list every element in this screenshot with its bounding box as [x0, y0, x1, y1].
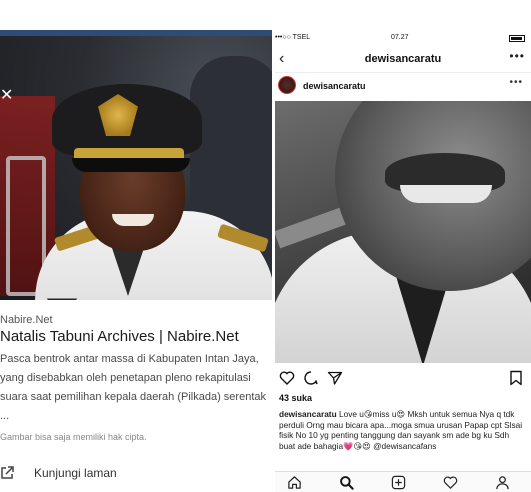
bookmark-icon[interactable] — [509, 370, 523, 386]
home-icon[interactable] — [287, 475, 302, 490]
post-actions — [275, 369, 531, 389]
avatar[interactable] — [278, 76, 296, 94]
carrier: •••○○ TSEL — [275, 34, 311, 41]
result-site[interactable]: Nabire.Net — [0, 314, 53, 326]
post-photo[interactable] — [275, 101, 531, 363]
post-header: dewisancaratu ••• — [275, 73, 531, 99]
profile-icon[interactable] — [495, 475, 510, 490]
close-icon[interactable]: ✕ — [0, 88, 14, 104]
share-icon[interactable] — [327, 370, 343, 386]
more-icon[interactable]: ••• — [509, 49, 525, 63]
visit-page-label: Kunjungi laman — [34, 466, 117, 480]
profile-header: ‹ dewisancaratu ••• — [275, 47, 531, 73]
add-icon[interactable] — [391, 475, 406, 490]
visit-page-button[interactable]: Kunjungi laman — [0, 464, 117, 482]
instagram-post-panel: •••○○ TSEL 07.27 ‹ dewisancaratu ••• dew… — [275, 33, 531, 492]
activity-icon[interactable] — [443, 475, 458, 490]
post-caption: dewisancaratu Love u😘miss u😍 Mksh untuk … — [279, 409, 527, 451]
smile — [112, 214, 154, 226]
header-title: dewisancaratu — [364, 53, 442, 65]
heart-icon[interactable] — [279, 370, 295, 386]
image-result-panel: ✕ Nabire.Net Natalis Tabuni Archives | N… — [0, 0, 272, 492]
clock: 07.27 — [391, 34, 409, 41]
result-description: Pasca bentrok antar massa di Kabupaten I… — [0, 353, 266, 422]
caption-username[interactable]: dewisancaratu — [279, 409, 337, 419]
status-bar: •••○○ TSEL 07.27 — [275, 33, 531, 44]
copyright-note: Gambar bisa saja memiliki hak cipta. — [0, 432, 147, 442]
screenshot-collage: ✕ Nabire.Net Natalis Tabuni Archives | N… — [0, 0, 531, 492]
smile — [400, 185, 492, 203]
name-tag — [47, 298, 77, 300]
battery-icon — [509, 35, 525, 42]
result-photo[interactable]: ✕ — [0, 36, 272, 300]
result-title[interactable]: Natalis Tabuni Archives | Nabire.Net — [0, 328, 239, 345]
cap-visor — [72, 158, 190, 172]
like-count[interactable]: 43 suka — [279, 393, 312, 403]
search-icon[interactable] — [339, 475, 354, 490]
post-more-icon[interactable]: ••• — [509, 77, 523, 88]
post-username[interactable]: dewisancaratu — [303, 81, 366, 91]
comment-icon[interactable] — [303, 370, 319, 386]
bottom-tab-bar — [275, 471, 531, 492]
external-link-icon — [1, 466, 14, 479]
